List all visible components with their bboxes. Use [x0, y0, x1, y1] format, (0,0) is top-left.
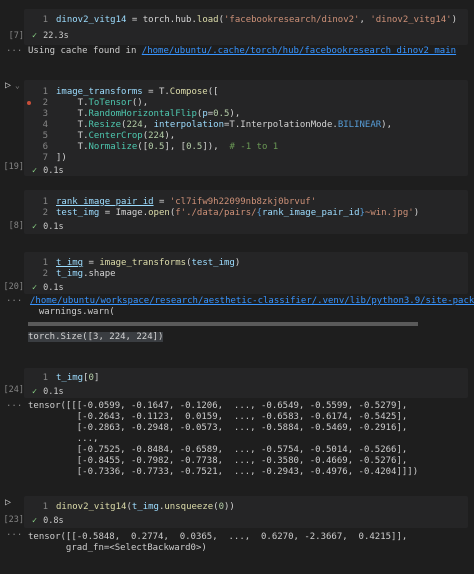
code-editor[interactable]: 1 2 3 4 5 6 7 image_transforms = T.Compo…	[24, 80, 468, 176]
code-line[interactable]: t_img[0]	[56, 373, 99, 383]
code-line[interactable]: T.Normalize([0.5], [0.5]), # -1 to 1	[56, 142, 279, 152]
code-line[interactable]: T.Resize(224, interpolation=T.Interpolat…	[56, 120, 392, 130]
execution-status: ✓ 0.1s	[32, 222, 64, 232]
code-line[interactable]: t_img = image_transforms(test_img)	[56, 258, 240, 268]
code-line[interactable]: t_img.shape	[56, 269, 116, 279]
chevron-down-icon[interactable]: ⌄	[15, 81, 20, 90]
notebook-cell-5[interactable]: 1 t_img[0] ✓ 0.1s [24] ... tensor([[[-0.0…	[0, 368, 474, 478]
code-line[interactable]: dinov2_vitg14 = torch.hub.load('facebook…	[56, 15, 457, 25]
breakpoint-dot-icon[interactable]	[27, 101, 31, 105]
execution-count: [20]	[3, 282, 24, 292]
cache-path-link[interactable]: /home/ubuntu/.cache/torch/hub/facebookre…	[142, 46, 456, 56]
check-icon: ✓	[32, 516, 38, 526]
execution-count: [7]	[8, 31, 24, 41]
code-line[interactable]: image_transforms = T.Compose([	[56, 87, 219, 97]
notebook-cell-4[interactable]: 1 2 t_img = image_transforms(test_img) t…	[0, 252, 474, 348]
code-line[interactable]: test_img = Image.open(f'./data/pairs/{ra…	[56, 208, 419, 218]
run-icon[interactable]: ▷	[5, 80, 11, 91]
code-editor[interactable]: 1 2 rank_image_pair_id = 'cl7ifw9h22099n…	[24, 190, 468, 234]
notebook-cell-3[interactable]: 1 2 rank_image_pair_id = 'cl7ifw9h22099n…	[0, 190, 474, 234]
code-line[interactable]: ])	[56, 153, 67, 163]
warning-text: warnings.warn(	[28, 307, 115, 317]
execution-count: [24]	[3, 385, 24, 395]
check-icon: ✓	[32, 283, 38, 293]
execution-count: [23]	[3, 515, 24, 525]
line-number: 1	[42, 15, 48, 25]
notebook-cell-1[interactable]: 1 dinov2_vitg14 = torch.hub.load('facebo…	[0, 0, 474, 76]
warning-path-link[interactable]: /home/ubuntu/workspace/research/aestheti…	[30, 296, 474, 306]
execution-count: [8]	[8, 221, 24, 231]
output-more-icon[interactable]: ...	[6, 528, 22, 538]
check-icon: ✓	[32, 222, 38, 232]
execution-status: ✓ 0.1s	[32, 283, 64, 293]
execution-status: ✓ 22.3s	[32, 31, 69, 41]
code-editor[interactable]: 1 t_img[0] ✓ 0.1s	[24, 368, 468, 398]
horizontal-scrollbar[interactable]	[28, 322, 418, 326]
check-icon: ✓	[32, 166, 38, 176]
code-line[interactable]: T.ToTensor(),	[56, 98, 148, 108]
execution-count: [19]	[3, 162, 24, 172]
code-line[interactable]: T.CenterCrop(224),	[56, 131, 176, 141]
output-more-icon[interactable]: ...	[6, 44, 22, 54]
code-editor[interactable]: 1 dinov2_vitg14(t_img.unsqueeze(0)) ✓ 0.8…	[24, 496, 468, 528]
check-icon: ✓	[32, 31, 38, 41]
execution-status: ✓ 0.1s	[32, 166, 64, 176]
code-line[interactable]: rank_image_pair_id = 'cl7ifw9h22099nb8zk…	[56, 197, 316, 207]
notebook-cell-2[interactable]: ▷ ⌄ 1 2 3 4 5 6 7 image_transforms = T.C…	[0, 78, 474, 178]
execution-status: ✓ 0.8s	[32, 516, 64, 526]
cell-result: torch.Size([3, 224, 224])	[28, 332, 164, 342]
code-line[interactable]: T.RandomHorizontalFlip(p=0.5),	[56, 109, 241, 119]
run-icon[interactable]: ▷	[5, 497, 11, 508]
output-more-icon[interactable]: ...	[6, 294, 22, 304]
cell-output: Using cache found in /home/ubuntu/.cache…	[28, 46, 457, 56]
check-icon: ✓	[32, 387, 38, 397]
code-line[interactable]: dinov2_vitg14(t_img.unsqueeze(0))	[56, 502, 235, 512]
notebook-cell-6[interactable]: ▷ 1 dinov2_vitg14(t_img.unsqueeze(0)) ✓ 0…	[0, 494, 474, 574]
code-editor[interactable]: 1 2 t_img = image_transforms(test_img) t…	[24, 252, 468, 294]
execution-status: ✓ 0.1s	[32, 387, 64, 397]
output-more-icon[interactable]: ...	[6, 399, 22, 409]
code-editor[interactable]: 1 dinov2_vitg14 = torch.hub.load('facebo…	[24, 9, 468, 45]
